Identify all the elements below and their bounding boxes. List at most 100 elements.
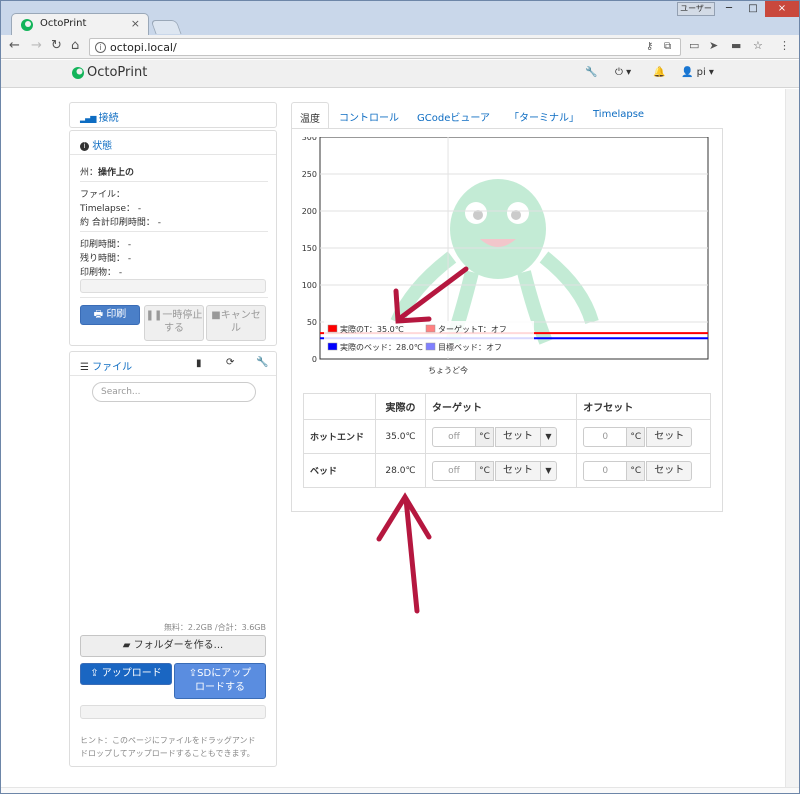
y-tick-label-50: 50 <box>307 318 317 327</box>
reload-icon[interactable]: ↻ <box>51 38 62 53</box>
extension-2-icon[interactable]: ▬ <box>731 39 741 52</box>
legend-swatch-0 <box>327 324 338 333</box>
bed-target-dropdown-icon[interactable]: ▼ <box>541 460 557 481</box>
power-menu[interactable]: ⏻ ▾ <box>615 67 631 78</box>
upload-hint: ヒント：このページにファイルをドラッグアンド ドロップしてアップロードすることもで… <box>80 734 256 760</box>
temperature-panel: 0 50 100 150 200 250 300 実際のT：35.0℃ ターゲットT：オフ 実際の… <box>291 128 723 512</box>
hotend-offset-set-button[interactable]: セット <box>646 426 693 447</box>
pause-button[interactable]: ❚❚一時停止 する <box>144 305 204 341</box>
annotation-arrow-up <box>376 492 432 614</box>
new-tab-button[interactable] <box>150 20 182 34</box>
tab-control[interactable]: コントロール <box>331 102 407 128</box>
translate-icon[interactable]: ⧉ <box>664 41 671 52</box>
state-value: 操作上の <box>98 168 135 178</box>
octopus-part-0 <box>450 179 546 279</box>
approx-time-key: 約 合計印刷時間： <box>80 218 155 228</box>
hotend-offset-input[interactable]: 0 <box>583 426 628 447</box>
page-bottom-edge <box>1 787 799 793</box>
legend-swatch-3 <box>425 342 436 351</box>
x-axis-label: ちょうど今 <box>428 365 468 375</box>
timelapse-value: - <box>137 204 142 214</box>
user-badge[interactable]: ユーザー <box>677 2 715 16</box>
upload-button[interactable]: ⇪ アップロード <box>80 663 172 685</box>
bell-icon[interactable]: 🔔 <box>653 67 665 78</box>
extension-icon[interactable]: ➤ <box>709 39 718 52</box>
files-header[interactable]: ☰ ファイル ▮ ⟳ 🔧 <box>70 352 276 376</box>
url-text[interactable]: octopi.local/ <box>110 41 177 54</box>
user-menu[interactable]: 👤 pi ▾ <box>681 67 714 78</box>
bed-offset-unit: °C <box>627 460 646 481</box>
file-search[interactable] <box>92 382 256 402</box>
state-panel: i 状態 州：操作上の ファイル： Timelapse： - 約 合計印刷時間：… <box>69 130 277 346</box>
back-arrow-icon[interactable]: ← <box>9 38 20 53</box>
remaining-time-value: - <box>127 254 132 264</box>
tab-close-icon[interactable]: × <box>131 17 140 30</box>
menu-dots-icon[interactable]: ⋮ <box>779 39 790 52</box>
tab-timelapse[interactable]: Timelapse <box>585 102 652 128</box>
print-time-key: 印刷時間： <box>80 240 126 250</box>
browser-window: OctoPrint × ユーザー ─ □ × ← → ↻ ⌂ i octopi.… <box>0 0 800 794</box>
bed-actual: 28.0℃ <box>375 453 426 488</box>
hint-line-1: ヒント：このページにファイルをドラッグアンド <box>80 736 256 745</box>
tab-gcode-viewer[interactable]: GCodeビューア <box>409 102 498 128</box>
hotend-target-dropdown-icon[interactable]: ▼ <box>541 426 557 447</box>
key-icon[interactable]: ⚷ <box>646 41 653 52</box>
refresh-icon[interactable]: ⟳ <box>226 357 234 368</box>
tab-terminal[interactable]: 「ターミナル」 <box>501 102 587 128</box>
file-icon[interactable]: ▮ <box>196 358 202 369</box>
hotend-target-input[interactable]: off <box>432 426 476 447</box>
hotend-offset-unit: °C <box>627 426 646 447</box>
bed-target-input[interactable]: off <box>432 460 476 481</box>
files-panel: ☰ ファイル ▮ ⟳ 🔧 無料：2.2GB /合計：3.6GB ▰ フォルダーを… <box>69 351 277 767</box>
home-icon[interactable]: ⌂ <box>71 38 79 53</box>
brand-name[interactable]: OctoPrint <box>87 65 147 80</box>
bookmark-star-icon[interactable]: ☆ <box>753 39 763 52</box>
legend-label-3: 目標ベッド：オフ <box>438 342 502 352</box>
table-header-name <box>303 393 376 420</box>
printed-key: 印刷物： <box>80 268 117 278</box>
state-header[interactable]: i 状態 <box>70 131 276 155</box>
folder-icon: ▰ <box>122 640 131 651</box>
table-row-bed: ベッド 28.0℃ off °C セット ▼ 0 °C セット <box>303 453 711 488</box>
table-header-actual: 実際の <box>375 393 426 420</box>
print-time-value: - <box>127 240 132 250</box>
cast-icon[interactable]: ▭ <box>689 39 699 52</box>
file-row: ファイル： <box>80 190 126 200</box>
print-button[interactable]: 🖶 印刷 <box>80 305 140 325</box>
connection-header[interactable]: ▂▄▆ 接続 <box>70 103 276 127</box>
bed-offset-input[interactable]: 0 <box>583 460 628 481</box>
tab-temperature[interactable]: 温度 <box>291 102 329 128</box>
timelapse-key: Timelapse： <box>80 204 135 214</box>
pause-label-1: 一時停止 <box>162 310 203 321</box>
approx-time-value: - <box>157 218 161 228</box>
bed-offset-set-button[interactable]: セット <box>646 460 693 481</box>
create-folder-button[interactable]: ▰ フォルダーを作る... <box>80 635 266 657</box>
list-icon: ☰ <box>80 362 89 373</box>
minimize-button[interactable]: ─ <box>717 1 741 17</box>
forward-arrow-icon[interactable]: → <box>31 38 42 53</box>
remaining-time-key: 残り時間： <box>80 254 126 264</box>
address-bar[interactable]: i octopi.local/ ⚷ ⧉ <box>89 38 681 56</box>
bed-target-set-button[interactable]: セット <box>495 460 541 481</box>
print-button-label: 印刷 <box>106 309 127 320</box>
table-header-offset: オフセット <box>576 393 711 420</box>
wrench-icon[interactable]: 🔧 <box>585 67 597 78</box>
bed-name: ベッド <box>303 453 376 488</box>
octoprint-logo-icon <box>72 67 84 79</box>
info-icon[interactable]: i <box>95 42 106 53</box>
hotend-target-set-button[interactable]: セット <box>495 426 541 447</box>
y-tick-label-250: 250 <box>302 170 317 179</box>
wrench-files-icon[interactable]: 🔧 <box>256 357 268 368</box>
close-window-button[interactable]: × <box>765 1 799 17</box>
maximize-button[interactable]: □ <box>741 1 765 17</box>
search-input[interactable] <box>101 387 251 397</box>
cancel-button[interactable]: ■キャンセル <box>206 305 266 341</box>
page-scrollbar[interactable] <box>785 89 799 787</box>
upload-label: アップロード <box>101 668 162 679</box>
legend-swatch-2 <box>327 342 338 351</box>
state-key: 州 <box>80 168 90 178</box>
browser-tab-octoprint[interactable]: OctoPrint × <box>11 13 149 35</box>
upload-sd-button[interactable]: ⇪SDにアップ ロードする <box>174 663 266 699</box>
y-tick-label-150: 150 <box>302 244 317 253</box>
storage-usage: 無料：2.2GB /合計：3.6GB <box>163 623 266 632</box>
